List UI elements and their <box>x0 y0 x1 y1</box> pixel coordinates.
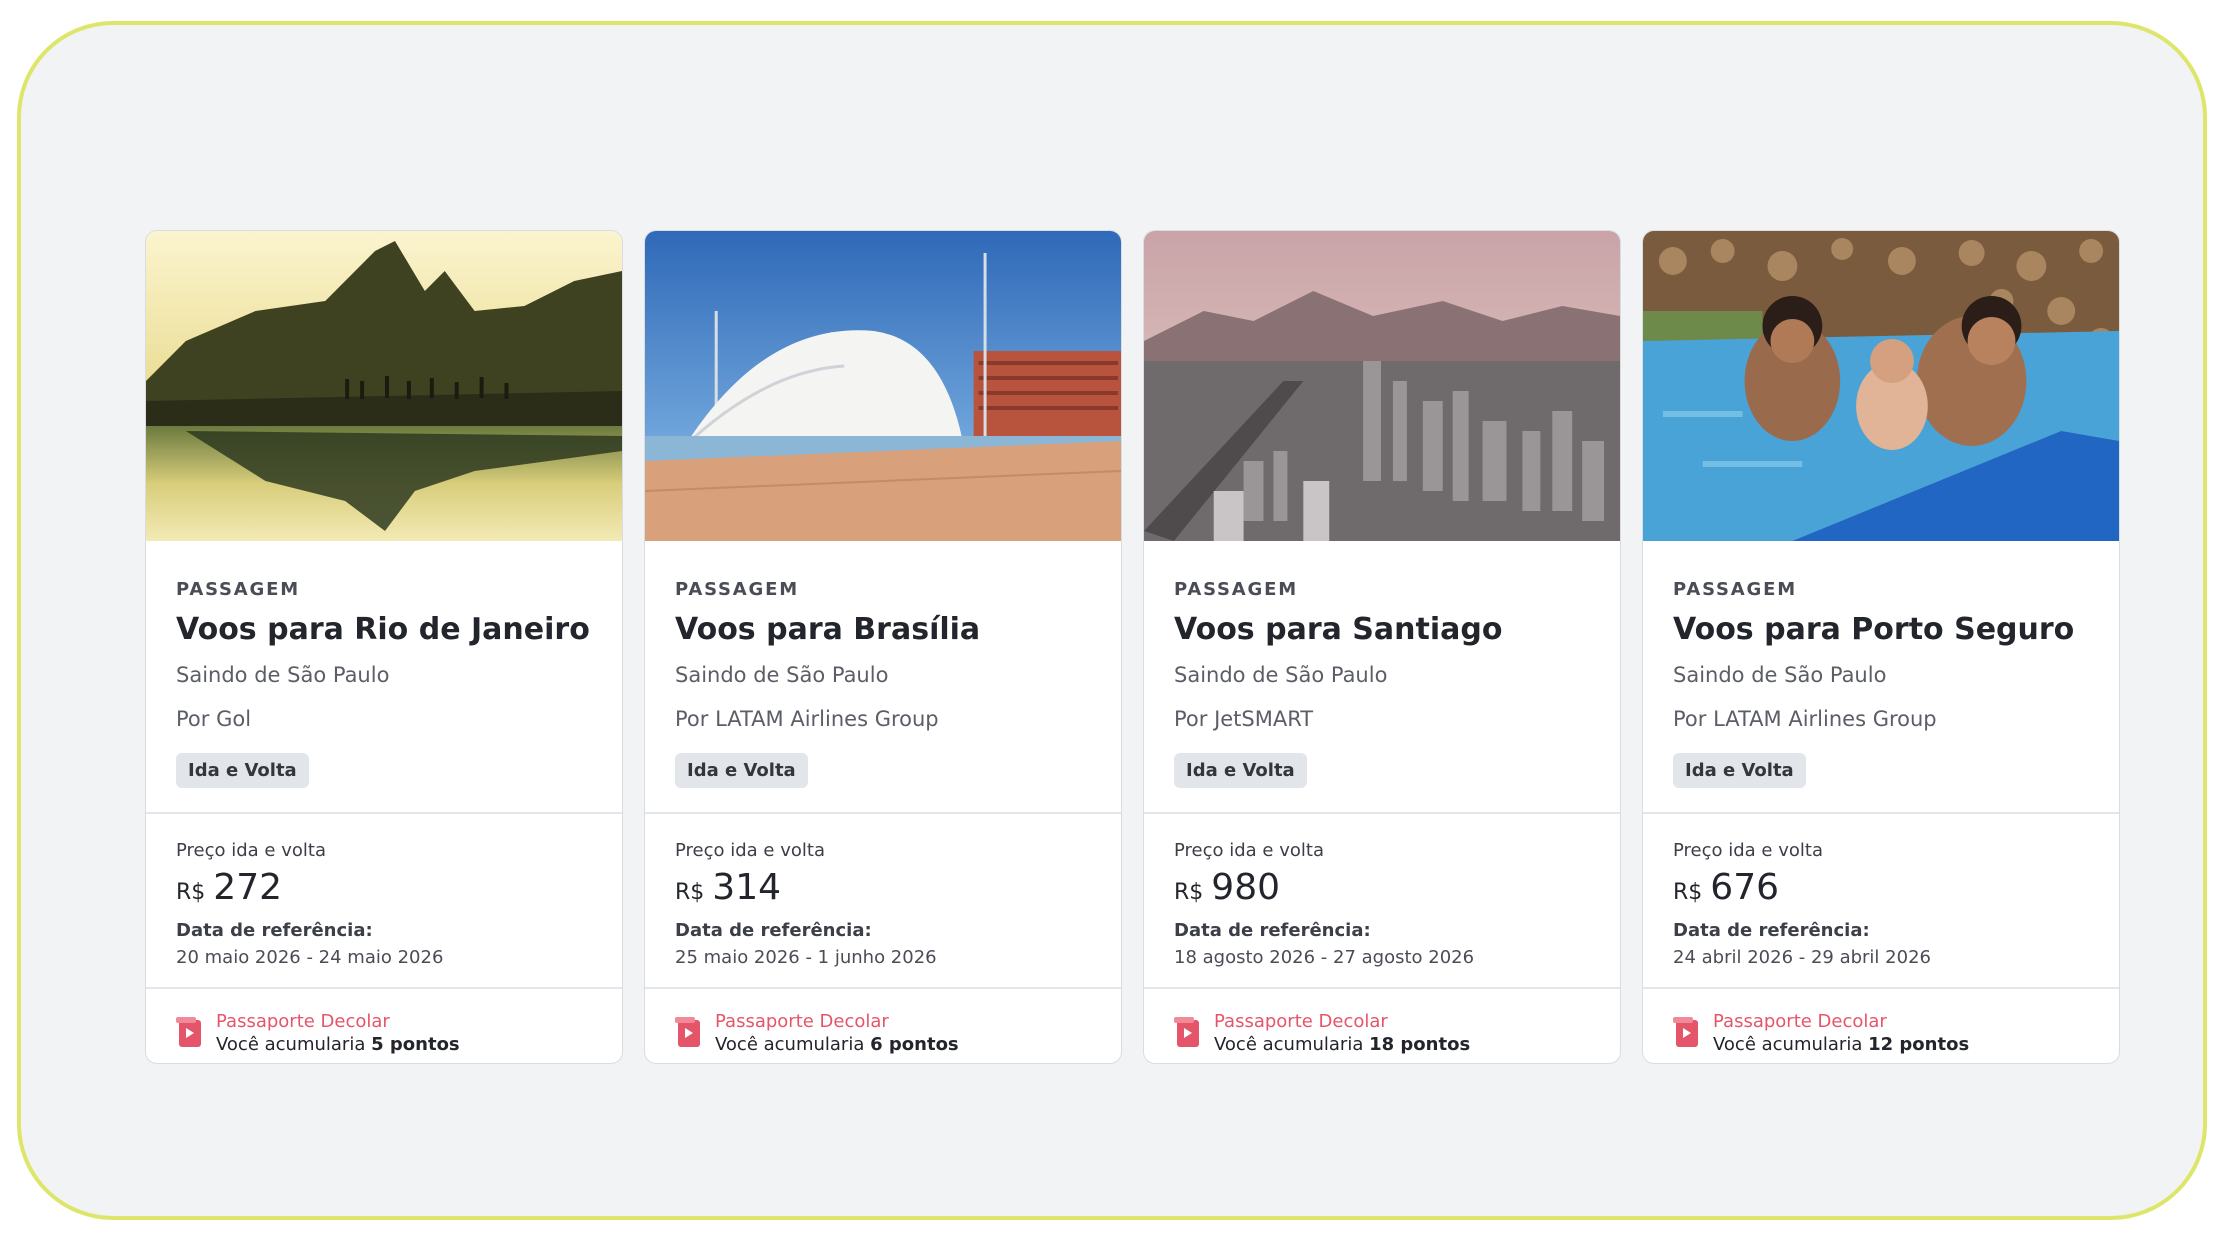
destination-photo <box>146 231 622 541</box>
flight-card-brasilia[interactable]: PASSAGEM Voos para Brasília Saindo de Sã… <box>644 230 1122 1064</box>
reference-dates: 20 maio 2026 - 24 maio 2026 <box>176 947 444 968</box>
destination-title[interactable]: Voos para Rio de Janeiro <box>176 612 592 647</box>
origin-text: Saindo de São Paulo <box>176 663 390 687</box>
price-label: Preço ida e volta <box>176 840 326 861</box>
destination-title[interactable]: Voos para Porto Seguro <box>1673 612 2089 647</box>
passport-icon <box>675 1017 700 1047</box>
price-label: Preço ida e volta <box>1673 840 1823 861</box>
price-amount: 980 <box>1211 867 1281 908</box>
loyalty-program-name: Passaporte Decolar <box>1713 1011 1887 1032</box>
loyalty-section: Passaporte Decolar Você acumularia 12 po… <box>1643 989 2119 1063</box>
points-value: 6 pontos <box>870 1034 959 1055</box>
loyalty-section: Passaporte Decolar Você acumularia 6 pon… <box>645 989 1121 1063</box>
card-body: PASSAGEM Voos para Rio de Janeiro Saindo… <box>146 541 622 814</box>
destination-title[interactable]: Voos para Santiago <box>1174 612 1590 647</box>
trip-type-badge: Ida e Volta <box>1673 753 1806 788</box>
category-label: PASSAGEM <box>1174 579 1298 600</box>
points-prefix: Você acumularia <box>1214 1034 1364 1055</box>
trip-type-badge: Ida e Volta <box>176 753 309 788</box>
showcase-frame: PASSAGEM Voos para Rio de Janeiro Saindo… <box>17 21 2207 1220</box>
points-prefix: Você acumularia <box>715 1034 865 1055</box>
price-amount: 676 <box>1710 867 1780 908</box>
destination-title[interactable]: Voos para Brasília <box>675 612 1091 647</box>
price-value: R$ 314 <box>675 867 1091 908</box>
category-label: PASSAGEM <box>1673 579 1797 600</box>
price-section: Preço ida e volta R$ 980 Data de referên… <box>1144 814 1620 989</box>
reference-dates: 25 maio 2026 - 1 junho 2026 <box>675 947 937 968</box>
destination-photo <box>645 231 1121 541</box>
reference-dates: 24 abril 2026 - 29 abril 2026 <box>1673 947 1931 968</box>
airline-text: Por Gol <box>176 707 252 731</box>
price-section: Preço ida e volta R$ 314 Data de referên… <box>645 814 1121 989</box>
category-label: PASSAGEM <box>176 579 300 600</box>
origin-text: Saindo de São Paulo <box>675 663 889 687</box>
price-amount: 314 <box>712 867 782 908</box>
loyalty-section: Passaporte Decolar Você acumularia 5 pon… <box>146 989 622 1063</box>
currency-symbol: R$ <box>1673 880 1703 905</box>
airline-text: Por JetSMART <box>1174 707 1314 731</box>
price-section: Preço ida e volta R$ 676 Data de referên… <box>1643 814 2119 989</box>
passport-icon <box>1673 1017 1698 1047</box>
price-label: Preço ida e volta <box>675 840 825 861</box>
points-text: Você acumularia 12 pontos <box>1713 1034 1969 1055</box>
passport-icon <box>1174 1017 1199 1047</box>
price-value: R$ 676 <box>1673 867 2089 908</box>
loyalty-program-name: Passaporte Decolar <box>715 1011 889 1032</box>
flight-card-rio[interactable]: PASSAGEM Voos para Rio de Janeiro Saindo… <box>145 230 623 1064</box>
reference-date-label: Data de referência: <box>1673 920 1870 941</box>
currency-symbol: R$ <box>675 880 705 905</box>
points-value: 12 pontos <box>1868 1034 1970 1055</box>
flight-offer-list: PASSAGEM Voos para Rio de Janeiro Saindo… <box>145 230 2120 1064</box>
loyalty-section: Passaporte Decolar Você acumularia 18 po… <box>1144 989 1620 1063</box>
card-body: PASSAGEM Voos para Santiago Saindo de Sã… <box>1144 541 1620 814</box>
card-body: PASSAGEM Voos para Brasília Saindo de Sã… <box>645 541 1121 814</box>
points-text: Você acumularia 18 pontos <box>1214 1034 1470 1055</box>
airline-text: Por LATAM Airlines Group <box>675 707 939 731</box>
points-prefix: Você acumularia <box>216 1034 366 1055</box>
points-text: Você acumularia 5 pontos <box>216 1034 460 1055</box>
reference-date-label: Data de referência: <box>675 920 872 941</box>
origin-text: Saindo de São Paulo <box>1174 663 1388 687</box>
points-value: 5 pontos <box>371 1034 460 1055</box>
reference-date-label: Data de referência: <box>176 920 373 941</box>
passport-icon <box>176 1017 201 1047</box>
loyalty-program-name: Passaporte Decolar <box>216 1011 390 1032</box>
points-prefix: Você acumularia <box>1713 1034 1863 1055</box>
trip-type-badge: Ida e Volta <box>675 753 808 788</box>
flight-card-santiago[interactable]: PASSAGEM Voos para Santiago Saindo de Sã… <box>1143 230 1621 1064</box>
price-value: R$ 980 <box>1174 867 1590 908</box>
currency-symbol: R$ <box>176 880 206 905</box>
price-amount: 272 <box>213 867 283 908</box>
reference-date-label: Data de referência: <box>1174 920 1371 941</box>
loyalty-program-name: Passaporte Decolar <box>1214 1011 1388 1032</box>
card-body: PASSAGEM Voos para Porto Seguro Saindo d… <box>1643 541 2119 814</box>
category-label: PASSAGEM <box>675 579 799 600</box>
points-text: Você acumularia 6 pontos <box>715 1034 959 1055</box>
flight-card-porto-seguro[interactable]: PASSAGEM Voos para Porto Seguro Saindo d… <box>1642 230 2120 1064</box>
destination-photo <box>1643 231 2119 541</box>
trip-type-badge: Ida e Volta <box>1174 753 1307 788</box>
origin-text: Saindo de São Paulo <box>1673 663 1887 687</box>
currency-symbol: R$ <box>1174 880 1204 905</box>
destination-photo <box>1144 231 1620 541</box>
points-value: 18 pontos <box>1369 1034 1471 1055</box>
price-section: Preço ida e volta R$ 272 Data de referên… <box>146 814 622 989</box>
airline-text: Por LATAM Airlines Group <box>1673 707 1937 731</box>
reference-dates: 18 agosto 2026 - 27 agosto 2026 <box>1174 947 1475 968</box>
price-label: Preço ida e volta <box>1174 840 1324 861</box>
price-value: R$ 272 <box>176 867 592 908</box>
